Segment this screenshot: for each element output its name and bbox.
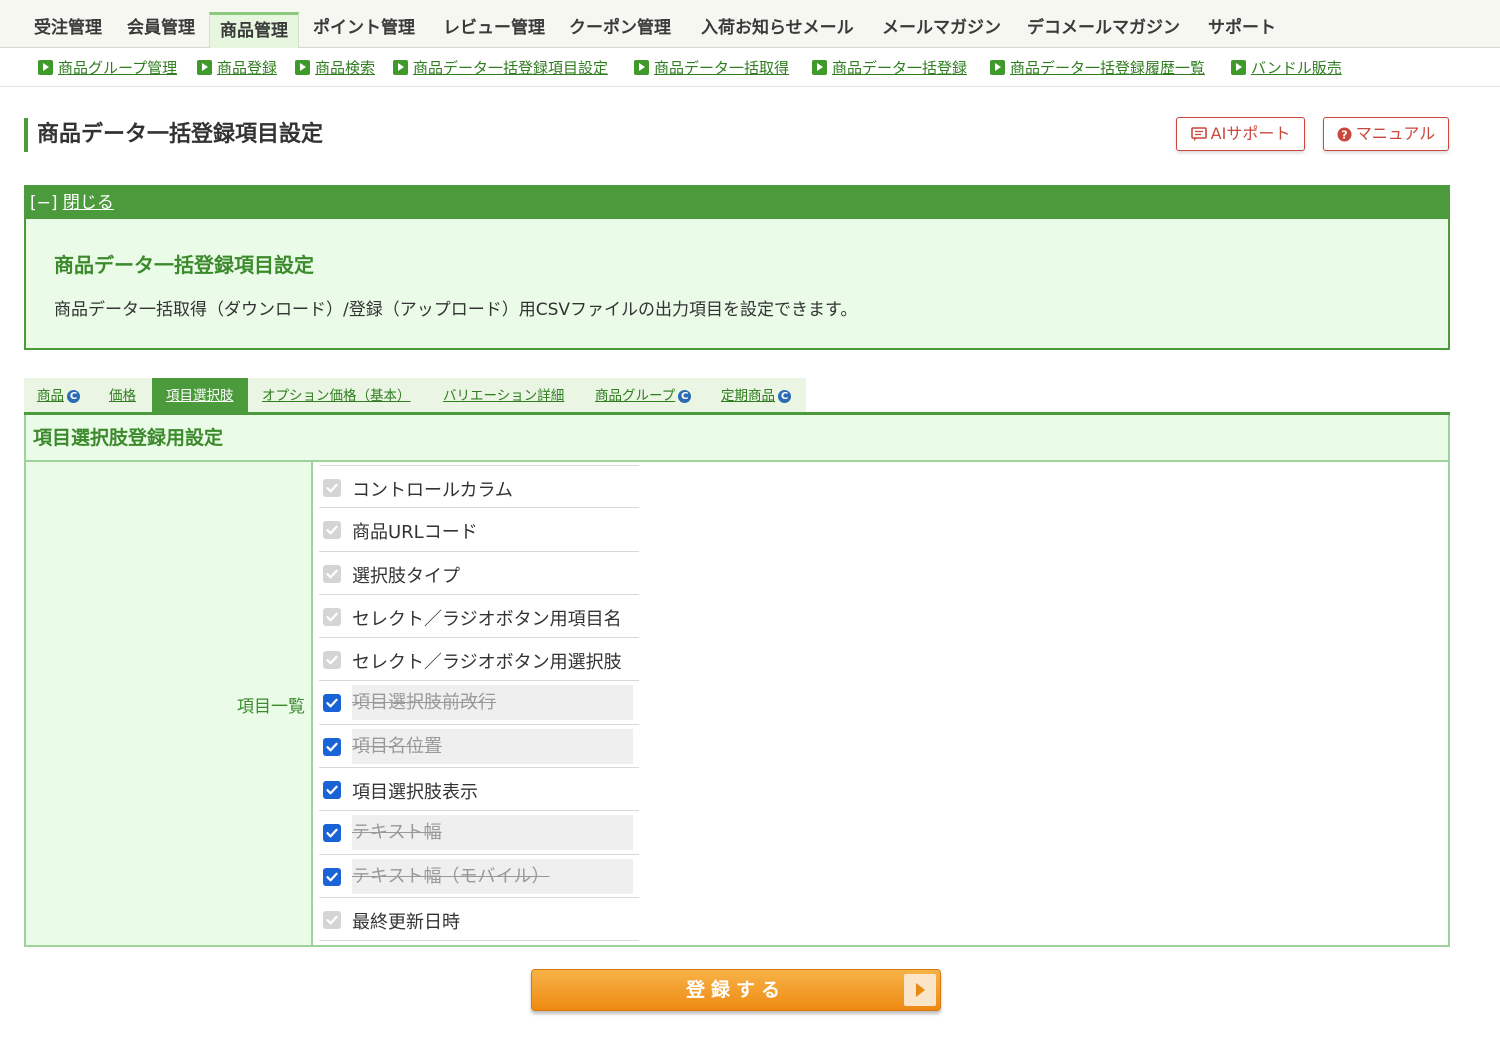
page-title: 商品データ一括登録項目設定 xyxy=(24,118,323,152)
c-mark-icon: C xyxy=(678,390,692,403)
sub-nav-item-bulk-history[interactable]: 商品データ一括登録履歴一覧 xyxy=(990,57,1205,77)
arrow-right-icon xyxy=(812,59,827,75)
arrow-right-icon xyxy=(38,59,53,75)
main-nav-support[interactable]: サポート xyxy=(1208,0,1276,48)
tab-price[interactable]: 価格 xyxy=(109,378,136,412)
item-list: コントロールカラム 商品URLコード 選択肢タイプセレクト／ラジオボタン用項目名 セレ… xyxy=(319,465,639,942)
arrow-right-icon xyxy=(1231,59,1246,75)
tab-product[interactable]: 商品 C xyxy=(37,378,80,412)
checkbox xyxy=(323,910,341,929)
settings-label-column: 項目一覧 xyxy=(26,462,313,945)
checkbox[interactable] xyxy=(323,781,341,800)
sub-nav-item-bulk-download[interactable]: 商品データ一括取得 xyxy=(634,57,789,77)
item-list-label: 項目一覧 xyxy=(237,697,305,717)
info-panel-header: [−] 閉じる xyxy=(26,187,1448,219)
info-description: 商品データ一括取得（ダウンロード）/登録（アップロード）用CSVファイルの出力項… xyxy=(54,300,858,320)
main-nav-coupon[interactable]: クーポン管理 xyxy=(569,0,671,48)
arrow-right-icon xyxy=(295,59,310,75)
list-item-label: 最終更新日時 xyxy=(352,911,460,933)
list-item-label: テキスト幅 xyxy=(352,815,633,851)
c-mark-icon: C xyxy=(778,390,791,403)
tab-subscription-product[interactable]: 定期商品 C xyxy=(721,378,791,412)
svg-text:?: ? xyxy=(1341,129,1347,142)
chat-icon xyxy=(1190,121,1207,152)
main-nav-product[interactable]: 商品管理 xyxy=(209,12,299,48)
tab-variation-detail[interactable]: バリエーション詳細 xyxy=(443,378,564,412)
checkbox xyxy=(323,564,341,583)
tab-item-choices[interactable]: 項目選択肢 xyxy=(152,378,248,412)
main-nav-arrival-mail[interactable]: 入荷お知らせメール xyxy=(701,0,854,48)
list-item: 選択肢タイプ xyxy=(319,552,639,595)
list-item: テキスト幅 xyxy=(319,811,639,855)
list-item: 最終更新日時 xyxy=(319,898,639,942)
main-nav-review[interactable]: レビュー管理 xyxy=(443,0,545,48)
checkbox xyxy=(323,651,341,670)
main-nav-member[interactable]: 会員管理 xyxy=(127,0,195,48)
list-item-label: 項目選択肢表示 xyxy=(352,782,478,804)
main-nav-mail-magazine[interactable]: メールマガジン xyxy=(882,0,1001,48)
list-item: セレクト／ラジオボタン用項目名 xyxy=(319,595,639,639)
toggle-indicator: [−] xyxy=(30,193,58,213)
list-item-label: テキスト幅（モバイル） xyxy=(352,858,633,894)
list-item-label: 選択肢タイプ xyxy=(352,565,460,587)
list-item: 項目選択肢表示 xyxy=(319,768,639,812)
arrow-right-icon xyxy=(393,59,408,75)
ai-support-button[interactable]: AIサポート xyxy=(1176,117,1305,151)
list-item: コントロールカラム xyxy=(319,465,639,509)
checkbox xyxy=(323,607,341,626)
manual-button[interactable]: ? マニュアル xyxy=(1323,117,1449,151)
main-nav-order[interactable]: 受注管理 xyxy=(34,0,102,48)
settings-panel: 項目選択肢登録用設定 項目一覧 コントロールカラム 商品URLコード 選択肢タイプセ… xyxy=(24,415,1450,947)
sub-nav-item-bulk-settings[interactable]: 商品データ一括登録項目設定 xyxy=(393,57,608,77)
list-item: 項目選択肢前改行 xyxy=(319,681,639,725)
sub-nav: 商品グループ管理 商品登録 商品検索 商品データ一括登録項目設定 商品データ一括… xyxy=(0,49,1500,87)
arrow-right-icon xyxy=(634,59,649,75)
tab-option-price[interactable]: オプション価格（基本） xyxy=(262,378,411,412)
list-item-label: 項目選択肢前改行 xyxy=(352,685,633,721)
sub-nav-item-product-register[interactable]: 商品登録 xyxy=(197,57,277,77)
list-item-label: 商品URLコード xyxy=(352,522,478,544)
list-item-label: コントロールカラム xyxy=(352,480,513,501)
list-item: 項目名位置 xyxy=(319,725,639,769)
list-item-label: 項目名位置 xyxy=(352,728,633,764)
main-nav-point[interactable]: ポイント管理 xyxy=(313,0,415,48)
checkbox[interactable] xyxy=(323,867,341,886)
question-circle-icon: ? xyxy=(1337,121,1352,152)
checkbox xyxy=(323,521,341,540)
settings-title: 項目選択肢登録用設定 xyxy=(26,415,1448,462)
sub-nav-item-bulk-register[interactable]: 商品データ一括登録 xyxy=(812,57,967,77)
arrow-right-icon xyxy=(197,59,212,75)
list-item: テキスト幅（モバイル） xyxy=(319,855,639,898)
checkbox[interactable] xyxy=(323,824,341,843)
checkbox[interactable] xyxy=(323,694,341,713)
checkbox[interactable] xyxy=(323,737,341,756)
main-nav-deco-mail[interactable]: デコメールマガジン xyxy=(1027,0,1180,48)
info-panel: [−] 閉じる 商品データ一括登録項目設定 商品データ一括取得（ダウンロード）/… xyxy=(24,185,1450,350)
sub-nav-item-bundle[interactable]: バンドル販売 xyxy=(1231,57,1342,77)
main-nav: 受注管理 会員管理 商品管理 ポイント管理 レビュー管理 クーポン管理 入荷お知… xyxy=(0,0,1500,48)
list-item-label: セレクト／ラジオボタン用項目名 xyxy=(352,608,622,630)
info-title: 商品データ一括登録項目設定 xyxy=(54,253,314,277)
checkbox xyxy=(323,479,341,497)
tab-product-group[interactable]: 商品グループ C xyxy=(595,378,692,412)
list-item: 商品URLコード xyxy=(319,508,639,552)
register-button[interactable]: 登録する xyxy=(531,969,941,1011)
sub-nav-item-product-group[interactable]: 商品グループ管理 xyxy=(38,57,177,77)
c-mark-icon: C xyxy=(67,390,80,403)
list-item-label: セレクト／ラジオボタン用選択肢 xyxy=(352,652,622,674)
sub-nav-item-product-search[interactable]: 商品検索 xyxy=(295,57,375,77)
list-item: セレクト／ラジオボタン用選択肢 xyxy=(319,638,639,682)
arrow-right-icon xyxy=(990,59,1005,75)
close-link[interactable]: 閉じる xyxy=(63,193,114,213)
arrow-right-icon xyxy=(904,974,936,1006)
tab-bar: 商品 C 価格 項目選択肢 オプション価格（基本） バリエーション詳細 商品グルー… xyxy=(24,378,806,412)
